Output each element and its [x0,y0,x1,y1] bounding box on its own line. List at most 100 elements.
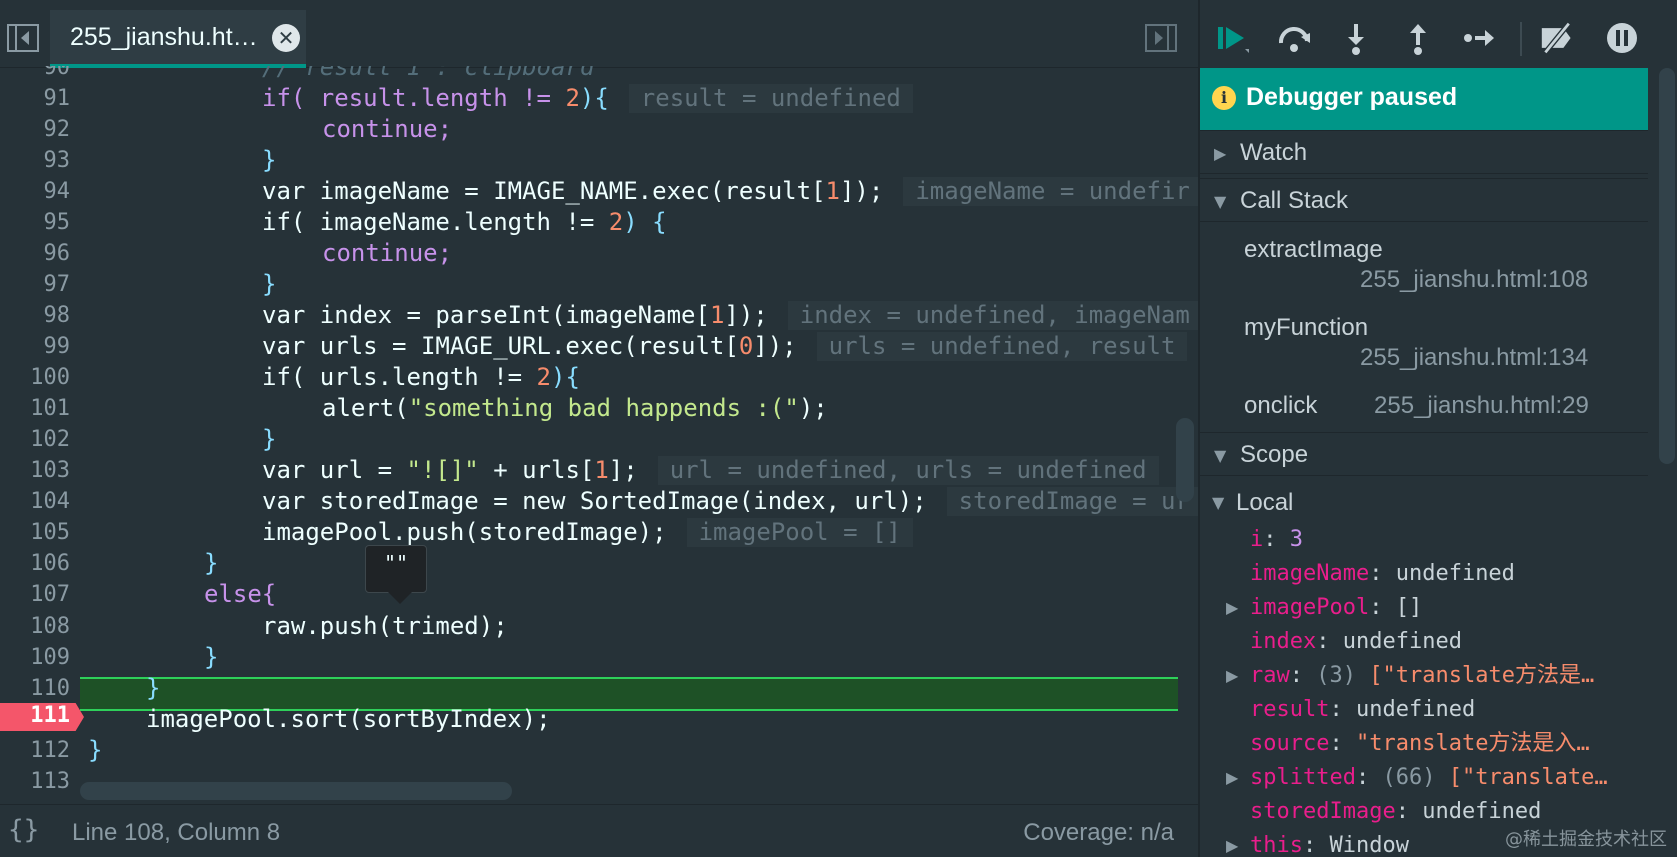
line-number[interactable]: 108 [0,611,70,642]
line-number[interactable]: 98 [0,300,71,331]
scope-section-header[interactable]: ▼ Scope [1200,432,1648,476]
var-name: result [1250,697,1330,722]
var-value: ["translate… [1448,765,1608,790]
collapse-arrow-icon: ▼ [1214,192,1227,211]
line-number[interactable]: 94 [0,176,71,207]
resume-icon[interactable] [1214,20,1250,56]
pretty-print-icon[interactable]: {} [8,815,39,845]
collapse-arrow-icon: ▼ [1212,493,1225,512]
scope-variable[interactable]: storedImage: undefined [1200,795,1648,828]
toggle-navigator-icon[interactable] [6,22,40,54]
line-number[interactable]: 102 [0,424,70,455]
var-value: "translate方法是入… [1355,731,1590,756]
sidebar-scrollbar[interactable] [1659,68,1675,464]
code-text: var index = parseInt(imageName[1]); index… [262,300,1198,331]
line-number[interactable]: 105 [0,517,70,548]
call-stack-section-header[interactable]: ▼ Call Stack [1200,178,1648,222]
code-text: // result 1 : clipboard [262,66,595,81]
code-line: 104 var storedImage = new SortedImage(in… [0,486,1198,517]
inline-value: url = undefined, urls = undefined [657,456,1159,485]
code-line: 91 if( result.length != 2){result = unde… [0,83,1198,114]
scope-variable[interactable]: index: undefined [1200,625,1648,658]
scope-variable[interactable]: i: 3 [1200,523,1648,556]
close-icon[interactable]: ✕ [272,24,300,52]
scope-variable[interactable]: result: undefined [1200,693,1648,726]
toolbar-separator [1520,22,1522,56]
code-line-current: 108 raw.push(trimed); [0,611,1198,642]
frame-location: 255_jianshu.html:108 [1360,266,1589,293]
expand-arrow-icon[interactable]: ▶ [1226,829,1238,857]
var-name: raw [1250,663,1290,688]
code-line: 109 } [0,642,1198,673]
step-out-icon[interactable] [1400,20,1436,56]
pause-on-exceptions-icon[interactable] [1604,20,1640,56]
tab-file[interactable]: 255_jianshu.ht… ✕ [50,10,306,68]
step-icon[interactable] [1462,20,1498,56]
line-number[interactable]: 92 [0,114,71,145]
code-text: if( imageName.length != 2) { [262,208,667,236]
var-name: source [1250,731,1330,756]
line-number[interactable]: 107 [0,579,70,610]
code-area[interactable]: 90 // result 1 : clipboard 91 if( result… [0,66,1198,802]
frame-function-name: onclick [1244,392,1318,419]
var-value: 3 [1289,527,1303,552]
horizontal-scrollbar[interactable] [80,782,512,800]
inline-value: imageName = undefir [903,177,1198,206]
line-number[interactable]: 95 [0,207,71,238]
expand-arrow-icon[interactable]: ▶ [1226,659,1238,692]
code-line: 94 var imageName = IMAGE_NAME.exec(resul… [0,176,1198,207]
toggle-debugger-icon[interactable] [1144,22,1178,54]
code-line: 111 imagePool.sort(sortByIndex); [0,704,1198,735]
breakpoint-line-number[interactable]: 111 [0,700,70,731]
line-number[interactable]: 100 [0,362,70,393]
line-number[interactable]: 112 [0,735,70,766]
line-number[interactable]: 93 [0,145,71,176]
code-text: } [262,270,277,298]
line-number[interactable]: 104 [0,486,70,517]
code-text: if( urls.length != 2){ [262,363,580,391]
code-line: 90 // result 1 : clipboard [0,66,1198,83]
expand-arrow-icon[interactable]: ▶ [1226,761,1238,794]
deactivate-breakpoints-icon[interactable] [1540,20,1576,56]
code-line: 97 } [0,269,1198,300]
paused-text: Debugger paused [1246,83,1458,111]
code-text: } [146,674,161,702]
inline-value: index = undefined, imageNam [787,301,1198,330]
code-text: } [204,643,219,671]
line-number[interactable]: 90 [0,66,71,83]
inline-value: urls = undefined, result [816,332,1188,361]
line-number[interactable]: 97 [0,269,71,300]
line-number[interactable]: 106 [0,548,70,579]
scope-variable[interactable]: source: "translate方法是入… [1200,727,1648,760]
code-text: } [88,736,103,764]
debugger-paused-banner: i Debugger paused [1200,68,1648,130]
step-over-icon[interactable] [1276,20,1312,56]
watch-section-header[interactable]: ▶ Watch [1200,130,1648,174]
code-line: 110 } [0,673,1198,704]
var-name: splitted [1250,765,1356,790]
collapse-arrow-icon: ▼ [1214,446,1227,465]
line-number[interactable]: 113 [0,766,70,797]
scope-variable[interactable]: ▶ splitted: (66) ["translate… [1200,761,1648,794]
line-number[interactable]: 109 [0,642,70,673]
scope-variable[interactable]: ▶ raw: (3) ["translate方法是… [1200,659,1648,692]
inline-value: imagePool = [] [686,518,913,547]
vertical-scrollbar[interactable] [1176,418,1194,502]
code-text: continue; [322,239,453,267]
line-number[interactable]: 96 [0,238,71,269]
scope-local-label: Local [1236,489,1294,516]
var-count: (66) [1382,765,1436,790]
var-value: [] [1395,595,1423,620]
code-text: alert("something bad happends :("); [322,394,828,422]
expand-arrow-icon[interactable]: ▶ [1226,591,1238,624]
line-number[interactable]: 91 [0,83,71,114]
scope-local-header[interactable]: ▼ Local [1200,486,1648,519]
line-number[interactable]: 103 [0,455,70,486]
scope-variable[interactable]: imageName: undefined [1200,557,1648,590]
step-into-icon[interactable] [1338,20,1374,56]
code-line: 107 else{ [0,579,1198,610]
value-tooltip: "" [365,545,427,604]
line-number[interactable]: 101 [0,393,70,424]
scope-variable[interactable]: ▶ imagePool: [] [1200,591,1648,624]
line-number[interactable]: 99 [0,331,71,362]
